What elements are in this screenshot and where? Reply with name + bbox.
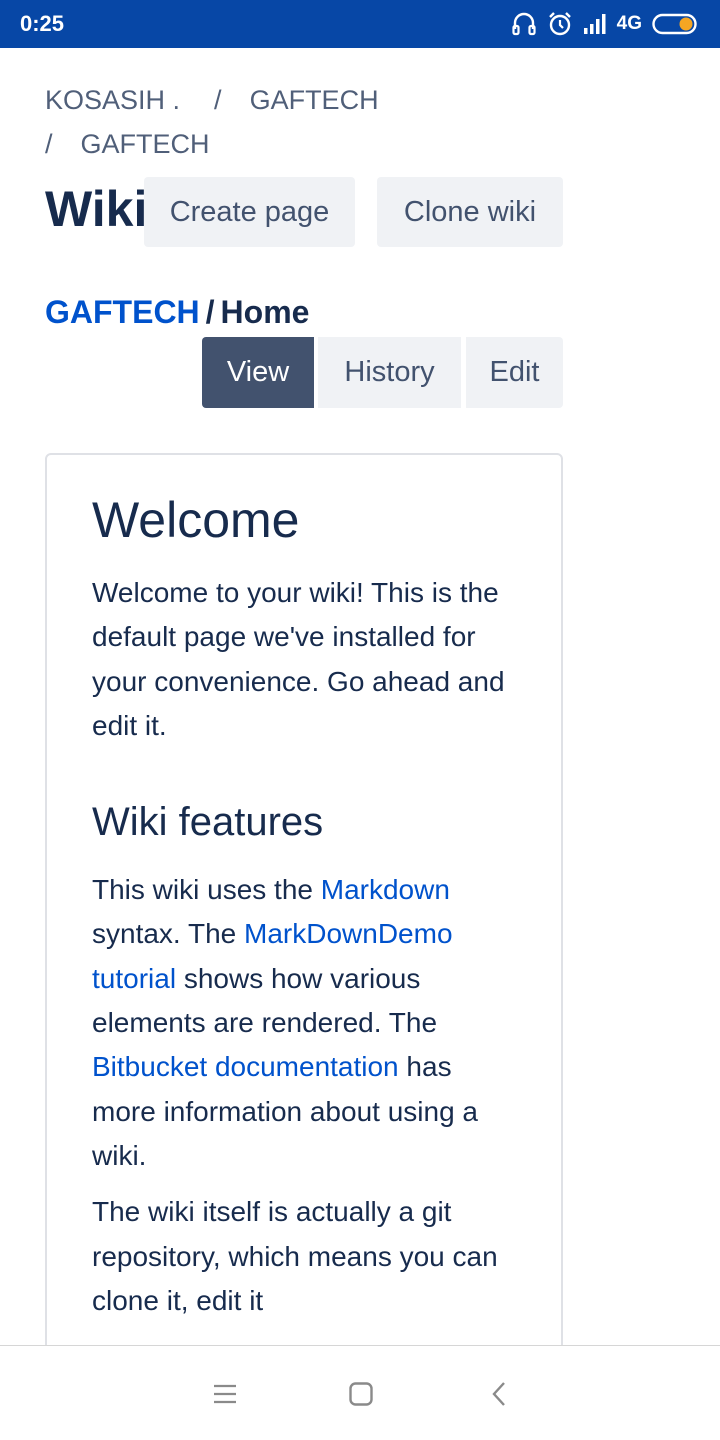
breadcrumb-project[interactable]: GAFTECH (250, 85, 379, 115)
tab-edit[interactable]: Edit (466, 337, 563, 408)
status-time: 0:25 (20, 11, 65, 36)
path-separator: / (205, 294, 215, 330)
text-segment: This wiki uses the (92, 874, 321, 906)
wiki-repo-link[interactable]: GAFTECH (45, 294, 200, 330)
page-title: Wiki (45, 181, 148, 237)
status-bar: 0:25 4G (0, 0, 720, 48)
battery-icon (652, 13, 698, 35)
tab-view[interactable]: View (202, 337, 314, 408)
breadcrumb: KOSASIH . / GAFTECH / GAFTECH (45, 78, 445, 166)
clone-wiki-button[interactable]: Clone wiki (377, 177, 563, 247)
network-label: 4G (616, 13, 642, 34)
home-square-icon[interactable] (343, 1376, 379, 1412)
main-content: KOSASIH . / GAFTECH / GAFTECH Wiki Create p… (0, 48, 720, 1345)
breadcrumb-separator: / (45, 129, 53, 159)
signal-icon (583, 13, 607, 35)
markdown-link[interactable]: Markdown (321, 874, 450, 905)
system-nav-bar (0, 1345, 720, 1440)
wiki-page-path: GAFTECH / Home (45, 294, 309, 331)
article-intro: Welcome to your wiki! This is the defaul… (92, 577, 505, 741)
breadcrumb-owner[interactable]: KOSASIH . (45, 85, 180, 115)
tab-history[interactable]: History (318, 337, 461, 408)
breadcrumb-separator: / (214, 85, 222, 115)
alarm-icon (547, 11, 573, 37)
status-icons: 4G (511, 11, 698, 37)
wiki-page-name: Home (220, 294, 310, 330)
article-heading: Welcome (92, 492, 300, 548)
wiki-article: Welcome Welcome to your wiki! This is th… (45, 453, 563, 1345)
breadcrumb-repo[interactable]: GAFTECH (81, 129, 210, 159)
create-page-button[interactable]: Create page (144, 177, 355, 247)
bitbucket-docs-link[interactable]: Bitbucket documentation (92, 1051, 399, 1082)
menu-icon[interactable] (207, 1376, 243, 1412)
git-paragraph: The wiki itself is actually a git reposi… (92, 1196, 498, 1316)
back-icon[interactable] (482, 1376, 518, 1412)
features-paragraph: This wiki uses the Markdown syntax. The … (92, 868, 522, 1178)
features-heading: Wiki features (92, 800, 324, 845)
headset-icon (511, 11, 537, 37)
text-segment: syntax. The (92, 918, 245, 950)
